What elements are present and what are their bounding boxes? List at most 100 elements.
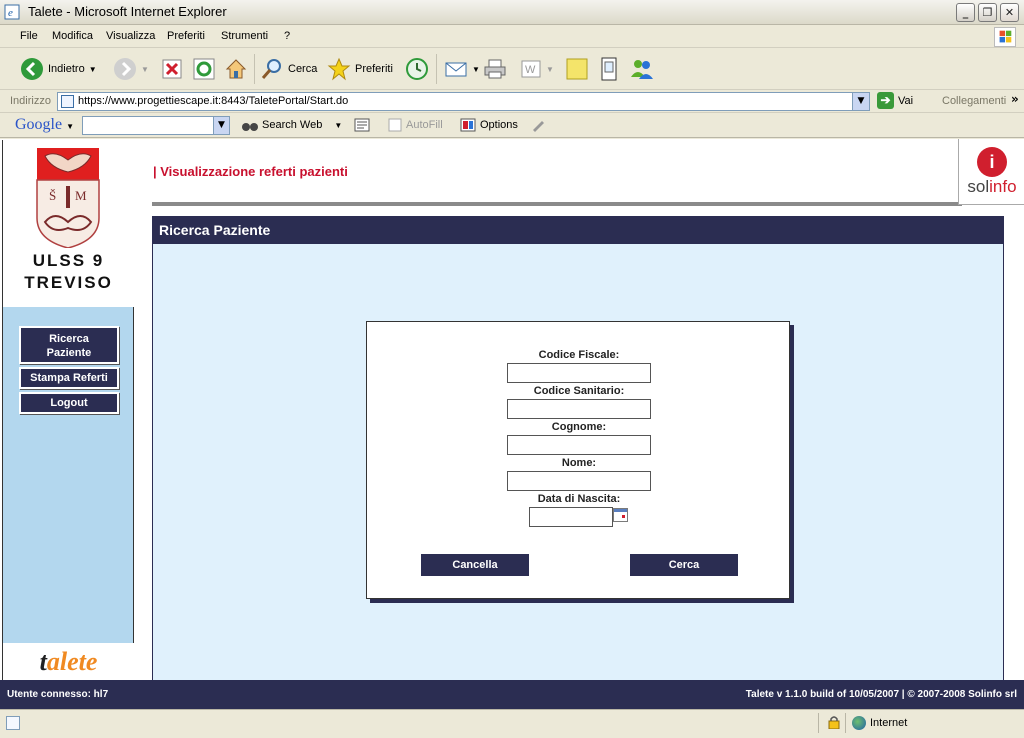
search-web-dropdown-icon[interactable]: ▼ [334, 121, 342, 130]
svg-text:e: e [8, 7, 13, 19]
forward-arrow-icon [114, 58, 136, 80]
talete-logo: talete [3, 643, 134, 681]
edit-dropdown-icon[interactable]: ▼ [546, 65, 554, 74]
go-button[interactable]: ➔ Vai [877, 92, 913, 109]
status-bar: Internet [0, 709, 1024, 738]
address-input[interactable]: https://www.progettiescape.it:8443/Talet… [57, 92, 870, 111]
forward-dropdown-icon[interactable]: ▼ [141, 65, 149, 74]
menu-help[interactable]: ? [284, 30, 290, 42]
search-submit-button[interactable]: Cerca [630, 554, 738, 576]
mail-icon [445, 62, 467, 77]
search-label: Cerca [288, 63, 318, 75]
page-title: | Visualizzazione referti pazienti [153, 164, 348, 179]
svg-text:M: M [75, 188, 87, 203]
messenger-button[interactable] [629, 54, 655, 84]
cancel-button[interactable]: Cancella [421, 554, 529, 576]
google-search-dropdown-icon[interactable]: ▼ [213, 117, 229, 134]
menu-visualizza[interactable]: Visualizza [106, 30, 155, 42]
nav-ricerca-paziente[interactable]: Ricerca Paziente [19, 326, 119, 364]
print-button[interactable] [483, 54, 507, 84]
back-button[interactable]: Indietro ▼ [20, 54, 97, 84]
ie-icon: e [4, 4, 20, 20]
refresh-button[interactable] [193, 54, 215, 84]
lock-icon[interactable] [828, 715, 840, 729]
status-separator [818, 713, 819, 733]
go-label: Vai [898, 94, 914, 107]
header-divider [152, 202, 962, 206]
favorites-button[interactable]: Preferiti [327, 54, 393, 84]
autofill-icon [388, 118, 402, 132]
org-name-line2: TREVISO [24, 273, 113, 292]
menu-bar: File Modifica Visualizza Preferiti Strum… [0, 25, 1024, 48]
pencil-icon[interactable] [530, 118, 546, 132]
minimize-button[interactable]: _ [956, 3, 975, 22]
go-arrow-icon: ➔ [877, 92, 894, 109]
google-toolbar: Google ▼ ▼ Search Web ▼ AutoFill Options [0, 113, 1024, 138]
word-icon: W [521, 60, 541, 78]
mail-dropdown-icon[interactable]: ▼ [472, 65, 480, 74]
back-arrow-icon [21, 58, 43, 80]
mail-button[interactable]: ▼ [444, 54, 480, 84]
history-button[interactable] [405, 54, 429, 84]
back-label: Indietro [48, 63, 85, 75]
menu-preferiti[interactable]: Preferiti [167, 30, 205, 42]
codice-sanitario-input[interactable] [507, 399, 651, 419]
google-dropdown-icon: ▼ [66, 122, 75, 131]
data-nascita-input[interactable] [529, 507, 613, 527]
search-form: Codice Fiscale: Codice Sanitario: Cognom… [366, 321, 790, 599]
solinfo-logo-text: solinfo [967, 177, 1017, 196]
options-label: Options [480, 119, 518, 131]
menu-modifica[interactable]: Modifica [52, 30, 93, 42]
panel-title: Ricerca Paziente [153, 217, 1003, 244]
cognome-input[interactable] [507, 435, 651, 455]
menu-file[interactable]: File [20, 30, 38, 42]
refresh-icon [193, 58, 215, 80]
chevron-right-icon[interactable]: » [1011, 92, 1019, 106]
security-zone: Internet [852, 716, 907, 730]
edit-button[interactable]: W ▼ [520, 54, 554, 84]
news-button[interactable] [354, 118, 370, 132]
codice-sanitario-label: Codice Sanitario: [533, 385, 625, 397]
address-label: Indirizzo [10, 95, 51, 107]
nav-logout[interactable]: Logout [19, 392, 119, 414]
codice-fiscale-input[interactable] [507, 363, 651, 383]
ulss-logo-area: Š M ULSS 9 TREVISO [3, 140, 134, 307]
nav-stampa-referti[interactable]: Stampa Referti [19, 367, 119, 389]
discuss-button[interactable] [565, 54, 589, 84]
messenger-icon [631, 60, 653, 79]
toolbar-separator [436, 54, 437, 84]
news-icon [354, 118, 370, 132]
note-icon [566, 58, 588, 80]
menu-strumenti[interactable]: Strumenti [221, 30, 268, 42]
messenger-device-button[interactable] [598, 54, 620, 84]
google-logo-text: Google [15, 116, 63, 133]
ulss-crest-logo: Š M [36, 148, 100, 248]
favorites-label: Preferiti [355, 63, 393, 75]
back-dropdown-icon[interactable]: ▼ [89, 65, 97, 74]
links-button[interactable]: Collegamenti [942, 95, 1006, 107]
binoculars-icon [242, 123, 258, 131]
close-button[interactable]: ✕ [1000, 3, 1019, 22]
forward-button[interactable]: ▼ [113, 54, 149, 84]
autofill-button[interactable]: AutoFill [388, 118, 443, 132]
home-button[interactable] [224, 54, 248, 84]
calendar-icon[interactable] [613, 508, 628, 522]
org-name-line1: ULSS 9 [32, 251, 105, 270]
address-dropdown-icon[interactable]: ▼ [852, 93, 869, 110]
data-nascita-label: Data di Nascita: [537, 493, 621, 505]
restore-button[interactable]: ❐ [978, 3, 997, 22]
search-panel: Ricerca Paziente Codice Fiscale: Codice … [152, 216, 1004, 686]
nome-input[interactable] [507, 471, 651, 491]
search-button[interactable]: Cerca [260, 54, 317, 84]
solinfo-logo: i solinfo [958, 139, 1024, 205]
address-bar: Indirizzo https://www.progettiescape.it:… [0, 90, 1024, 113]
cognome-label: Cognome: [551, 421, 607, 433]
page-footer: Utente connesso: hl7 Talete v 1.1.0 buil… [0, 680, 1024, 709]
options-button[interactable]: Options [460, 118, 546, 132]
windows-flag-icon [994, 27, 1016, 47]
google-logo[interactable]: Google ▼ [15, 116, 74, 134]
version-info: Talete v 1.1.0 build of 10/05/2007 | © 2… [745, 689, 1017, 700]
google-search-input[interactable]: ▼ [82, 116, 230, 135]
stop-button[interactable] [162, 54, 182, 84]
search-web-button[interactable]: Search Web ▼ [242, 118, 342, 132]
